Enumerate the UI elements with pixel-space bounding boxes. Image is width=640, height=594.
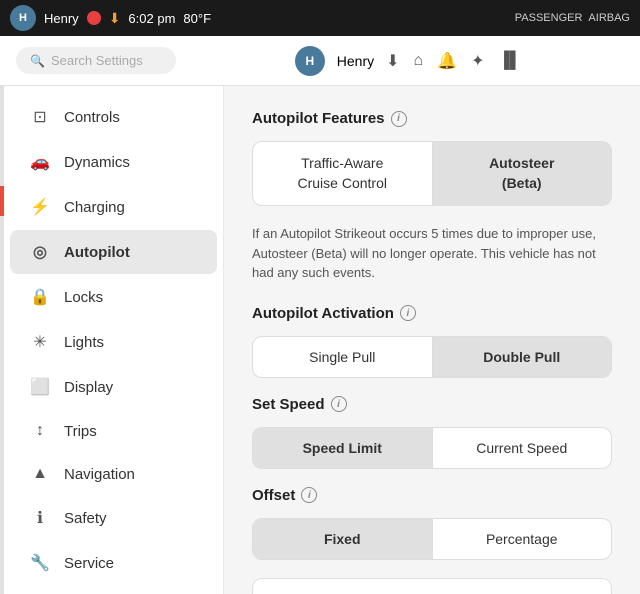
airbag-label: AIRBAG xyxy=(588,12,630,24)
sidebar-label-navigation: Navigation xyxy=(64,466,135,483)
speed-limit-option[interactable]: Speed Limit xyxy=(253,428,433,468)
sidebar-item-lights[interactable]: ✳ Lights xyxy=(10,320,217,364)
service-icon: 🔧 xyxy=(30,553,50,573)
header-center: H Henry ⬇ ⌂ 🔔 ✦ ▐▌ xyxy=(192,46,624,76)
autopilot-features-toggle: Traffic-AwareCruise Control Autosteer(Be… xyxy=(252,141,612,206)
status-temp: 80°F xyxy=(183,11,211,26)
autopilot-description: If an Autopilot Strikeout occurs 5 times… xyxy=(252,224,612,283)
search-box[interactable]: 🔍 Search Settings xyxy=(16,47,176,74)
stepper-minus-button[interactable]: − xyxy=(253,579,309,594)
controls-icon: ⊡ xyxy=(30,107,50,127)
download-icon: ⬇ xyxy=(109,10,121,27)
sidebar-item-trips[interactable]: ↕ Trips xyxy=(10,410,217,452)
status-time: 6:02 pm xyxy=(128,11,175,26)
percentage-option[interactable]: Percentage xyxy=(433,519,612,559)
autopilot-features-title: Autopilot Features i xyxy=(252,110,612,127)
double-pull-option[interactable]: Double Pull xyxy=(433,337,612,377)
sidebar-label-trips: Trips xyxy=(64,423,97,440)
sidebar-label-dynamics: Dynamics xyxy=(64,154,130,171)
sidebar-item-charging[interactable]: ⚡ Charging xyxy=(10,185,217,229)
sidebar-item-locks[interactable]: 🔒 Locks xyxy=(10,275,217,319)
charging-icon: ⚡ xyxy=(30,197,50,217)
bluetooth-header-icon[interactable]: ✦ xyxy=(471,51,484,71)
autopilot-activation-info-icon[interactable]: i xyxy=(400,305,416,321)
trips-icon: ↕ xyxy=(30,422,50,440)
autosteer-option[interactable]: Autosteer(Beta) xyxy=(433,142,612,205)
sidebar-accent xyxy=(0,86,4,594)
sidebar-label-display: Display xyxy=(64,379,113,396)
sidebar-label-controls: Controls xyxy=(64,109,120,126)
header-username: Henry xyxy=(337,53,374,69)
header-avatar: H xyxy=(295,46,325,76)
sidebar-item-display[interactable]: ⬜ Display xyxy=(10,365,217,409)
signal-header-icon: ▐▌ xyxy=(499,52,522,70)
sidebar-label-safety: Safety xyxy=(64,510,107,527)
offset-toggle: Fixed Percentage xyxy=(252,518,612,560)
autopilot-activation-title: Autopilot Activation i xyxy=(252,305,612,322)
display-icon: ⬜ xyxy=(30,377,50,397)
header-icons: ⬇ ⌂ 🔔 ✦ ▐▌ xyxy=(386,51,521,71)
sidebar-label-charging: Charging xyxy=(64,199,125,216)
sidebar-item-safety[interactable]: ℹ Safety xyxy=(10,496,217,540)
single-pull-option[interactable]: Single Pull xyxy=(253,337,433,377)
locks-icon: 🔒 xyxy=(30,287,50,307)
tacc-option[interactable]: Traffic-AwareCruise Control xyxy=(253,142,433,205)
offset-stepper: − +0 mph + xyxy=(252,578,612,594)
download-header-icon[interactable]: ⬇ xyxy=(386,51,399,71)
passenger-label: PASSENGER xyxy=(515,12,583,24)
dynamics-icon: 🚗 xyxy=(30,152,50,172)
header: 🔍 Search Settings H Henry ⬇ ⌂ 🔔 ✦ ▐▌ xyxy=(0,36,640,86)
autopilot-icon: ◎ xyxy=(30,242,50,262)
stepper-plus-button[interactable]: + xyxy=(555,579,611,594)
home-header-icon[interactable]: ⌂ xyxy=(414,52,424,70)
status-avatar: H xyxy=(10,5,36,31)
fixed-option[interactable]: Fixed xyxy=(253,519,433,559)
sidebar-item-dynamics[interactable]: 🚗 Dynamics xyxy=(10,140,217,184)
sidebar-label-service: Service xyxy=(64,555,114,572)
sidebar-item-navigation[interactable]: ▲ Navigation xyxy=(10,453,217,495)
autopilot-features-info-icon[interactable]: i xyxy=(391,111,407,127)
content-area: Autopilot Features i Traffic-AwareCruise… xyxy=(224,86,640,594)
sidebar-item-software[interactable]: ⬇ Software xyxy=(10,586,217,594)
offset-info-icon[interactable]: i xyxy=(301,487,317,503)
status-bar: H Henry ⬇ 6:02 pm 80°F PASSENGER AIRBAG xyxy=(0,0,640,36)
sidebar-item-autopilot[interactable]: ◎ Autopilot xyxy=(10,230,217,274)
autopilot-activation-toggle: Single Pull Double Pull xyxy=(252,336,612,378)
sidebar-accent-line xyxy=(0,186,4,216)
record-indicator xyxy=(87,11,101,25)
main-layout: ⊡ Controls 🚗 Dynamics ⚡ Charging ◎ Autop… xyxy=(0,86,640,594)
current-speed-option[interactable]: Current Speed xyxy=(433,428,612,468)
set-speed-title: Set Speed i xyxy=(252,396,612,413)
sidebar-item-controls[interactable]: ⊡ Controls xyxy=(10,95,217,139)
navigation-icon: ▲ xyxy=(30,465,50,483)
search-placeholder: Search Settings xyxy=(51,53,143,68)
status-username: Henry xyxy=(44,11,79,26)
search-icon: 🔍 xyxy=(30,54,45,68)
bell-header-icon[interactable]: 🔔 xyxy=(437,51,457,71)
sidebar-label-locks: Locks xyxy=(64,289,103,306)
safety-icon: ℹ xyxy=(30,508,50,528)
sidebar: ⊡ Controls 🚗 Dynamics ⚡ Charging ◎ Autop… xyxy=(4,86,224,594)
sidebar-label-lights: Lights xyxy=(64,334,104,351)
sidebar-item-service[interactable]: 🔧 Service xyxy=(10,541,217,585)
lights-icon: ✳ xyxy=(30,332,50,352)
offset-title: Offset i xyxy=(252,487,612,504)
set-speed-toggle: Speed Limit Current Speed xyxy=(252,427,612,469)
sidebar-label-autopilot: Autopilot xyxy=(64,244,130,261)
set-speed-info-icon[interactable]: i xyxy=(331,396,347,412)
